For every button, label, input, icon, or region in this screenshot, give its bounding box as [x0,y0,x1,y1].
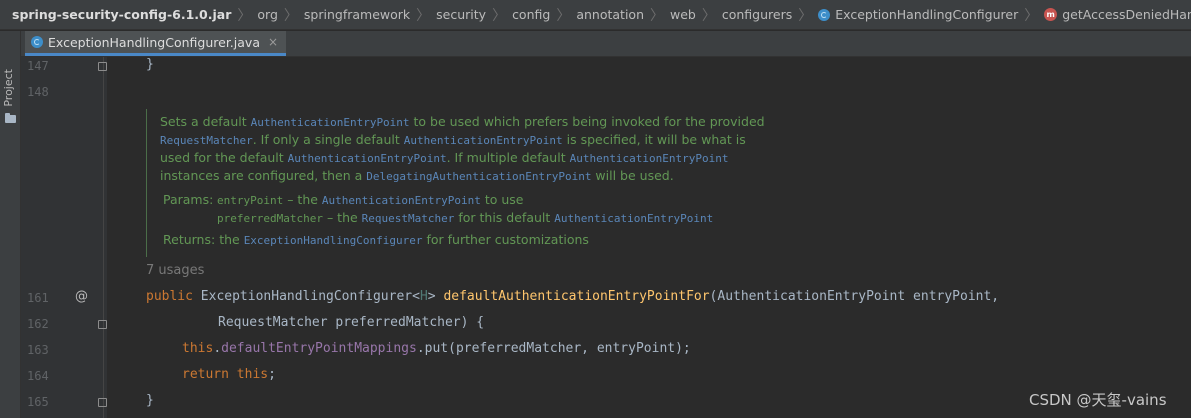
line-number: 164 [27,369,49,383]
code-line-163[interactable]: this.defaultEntryPointMappings.put(prefe… [182,341,691,356]
breadcrumb-configurers[interactable]: configurers [720,0,794,30]
watermark: CSDN @天玺-vains [1029,391,1167,409]
gutter-divider [103,57,104,418]
breadcrumb-separator: 〉 [416,7,431,24]
doc-link[interactable]: ExceptionHandlingConfigurer [244,234,423,247]
breadcrumb-org[interactable]: org [255,0,280,30]
doc-link[interactable]: RequestMatcher [362,212,455,225]
doc-param: preferredMatcher – the RequestMatcher fo… [217,210,714,225]
doc-link[interactable]: AuthenticationEntryPoint [288,152,447,165]
breadcrumb-separator: 〉 [798,7,813,24]
override-marker-icon[interactable]: @ [75,289,88,304]
tab-exception-handling-configurer[interactable]: ExceptionHandlingConfigurer.java × [25,31,287,56]
doc-line: used for the default AuthenticationEntry… [160,150,729,165]
doc-param: entryPoint – the AuthenticationEntryPoin… [217,192,524,207]
class-icon [31,36,43,48]
line-number: 162 [27,317,49,331]
fold-marker-icon[interactable] [98,320,107,329]
line-number: 163 [27,343,49,357]
breadcrumb-separator: 〉 [556,7,571,24]
editor-tab-bar: ExceptionHandlingConfigurer.java × [21,31,1191,57]
breadcrumb-annotation[interactable]: annotation [574,0,646,30]
breadcrumb-separator: 〉 [701,7,716,24]
doc-line: Sets a default AuthenticationEntryPoint … [160,114,765,129]
line-number: 161 [27,291,49,305]
doc-link[interactable]: AuthenticationEntryPoint [322,194,481,207]
line-number: 147 [27,59,49,73]
tab-label: ExceptionHandlingConfigurer.java [48,34,260,50]
doc-link[interactable]: AuthenticationEntryPoint [251,116,410,129]
breadcrumb-jar[interactable]: spring-security-config-6.1.0.jar [0,0,233,30]
doc-link[interactable]: AuthenticationEntryPoint [404,134,563,147]
doc-link[interactable]: AuthenticationEntryPoint [554,212,713,225]
doc-link[interactable]: RequestMatcher [160,134,253,147]
doc-returns: Returns: the ExceptionHandlingConfigurer… [163,232,589,247]
tool-window-strip: Project [0,31,21,418]
doc-line: RequestMatcher. If only a single default… [160,132,746,147]
code-line-165[interactable]: } [146,393,154,408]
close-icon[interactable]: × [268,35,278,49]
breadcrumb-separator: 〉 [1024,7,1039,24]
usages-hint[interactable]: 7 usages [146,263,204,278]
breadcrumb-class-label: ExceptionHandlingConfigurer [835,7,1019,22]
folder-icon[interactable] [5,113,16,123]
breadcrumb-separator: 〉 [237,7,252,24]
breadcrumb-separator: 〉 [650,7,664,24]
editor-gutter [21,57,107,418]
doc-line: instances are configured, then a Delegat… [160,168,674,183]
breadcrumb: spring-security-config-6.1.0.jar 〉 org 〉… [0,0,1191,30]
doc-params-label: Params: [163,192,214,207]
breadcrumb-config[interactable]: config [510,0,552,30]
line-number: 148 [27,85,49,99]
doc-link[interactable]: AuthenticationEntryPoint [570,152,729,165]
code-line-162[interactable]: RequestMatcher preferredMatcher) { [218,315,484,330]
doc-returns-label: Returns: [163,232,216,247]
breadcrumb-class[interactable]: ExceptionHandlingConfigurer [816,0,1020,30]
fold-marker-icon[interactable] [98,62,107,71]
breadcrumb-springframework[interactable]: springframework [302,0,412,30]
class-icon [818,8,831,21]
doc-link[interactable]: DelegatingAuthenticationEntryPoint [366,170,591,183]
breadcrumb-method-label: getAccessDeniedHandler [1062,7,1191,22]
breadcrumb-security[interactable]: security [434,0,488,30]
project-tool-tab[interactable]: Project [2,69,15,107]
code-line-164[interactable]: return this; [182,367,276,382]
method-icon: m [1044,8,1058,21]
breadcrumb-separator: 〉 [283,7,298,24]
code-line-161[interactable]: public ExceptionHandlingConfigurer<H> de… [146,289,999,304]
breadcrumb-method[interactable]: m getAccessDeniedHandler [1042,0,1191,30]
code-line-147[interactable]: } [146,57,154,72]
fold-marker-icon[interactable] [98,398,107,407]
breadcrumb-web[interactable]: web [668,0,698,30]
breadcrumb-separator: 〉 [492,7,507,24]
line-number: 165 [27,395,49,409]
